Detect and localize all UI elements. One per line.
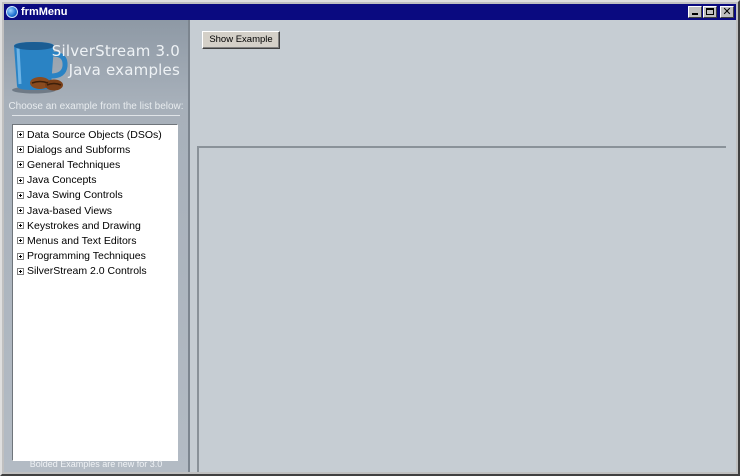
- tree-item-label: Data Source Objects (DSOs): [27, 128, 162, 141]
- tree-item[interactable]: Menus and Text Editors: [13, 233, 177, 248]
- instruction-text: Choose an example from the list below:: [8, 101, 184, 112]
- tree-item[interactable]: SilverStream 2.0 Controls: [13, 264, 177, 279]
- maximize-icon: [706, 8, 714, 15]
- app-window: frmMenu ✕ SilverStream 3.0 Java examples…: [0, 0, 740, 476]
- tree-item[interactable]: Java Swing Controls: [13, 188, 177, 203]
- brand-line-2: Java examples: [68, 61, 180, 79]
- app-icon: [6, 6, 18, 18]
- tree-item-label: SilverStream 2.0 Controls: [27, 265, 147, 278]
- example-panel: [197, 146, 726, 472]
- brand-title: SilverStream 3.0 Java examples: [52, 42, 180, 80]
- title-bar[interactable]: frmMenu ✕: [4, 4, 736, 20]
- tree-item-label: Java-based Views: [27, 204, 113, 217]
- sidebar: SilverStream 3.0 Java examples Choose an…: [4, 20, 190, 472]
- client-area: SilverStream 3.0 Java examples Choose an…: [4, 20, 736, 472]
- expand-plus-icon[interactable]: [17, 222, 24, 230]
- examples-tree[interactable]: Data Source Objects (DSOs) Dialogs and S…: [12, 124, 178, 461]
- tree-item[interactable]: Keystrokes and Drawing: [13, 218, 177, 233]
- show-example-button[interactable]: Show Example: [202, 31, 280, 49]
- tree-item-label: Menus and Text Editors: [27, 234, 137, 247]
- expand-plus-icon[interactable]: [17, 267, 24, 275]
- minimize-icon: [692, 13, 698, 15]
- window-controls: ✕: [687, 6, 734, 18]
- close-icon: ✕: [722, 6, 732, 18]
- expand-plus-icon[interactable]: [17, 131, 24, 139]
- tree-item[interactable]: Data Source Objects (DSOs): [13, 127, 177, 142]
- tree-item-label: Programming Techniques: [27, 250, 146, 263]
- minimize-button[interactable]: [688, 6, 702, 18]
- tree-item[interactable]: Java Concepts: [13, 173, 177, 188]
- brand-line-1: SilverStream 3.0: [51, 42, 180, 60]
- footer-note: Bolded Examples are new for 3.0: [29, 459, 163, 469]
- tree-item-label: Java Concepts: [27, 174, 97, 187]
- tree-item[interactable]: Programming Techniques: [13, 249, 177, 264]
- tree-item-label: Dialogs and Subforms: [27, 143, 131, 156]
- expand-plus-icon[interactable]: [17, 237, 24, 245]
- tree-item[interactable]: General Techniques: [13, 157, 177, 172]
- divider: [12, 115, 180, 116]
- close-button[interactable]: ✕: [720, 6, 734, 18]
- expand-plus-icon[interactable]: [17, 207, 24, 215]
- tree-item-label: General Techniques: [27, 158, 121, 171]
- tree-item-label: Keystrokes and Drawing: [27, 219, 141, 232]
- expand-plus-icon[interactable]: [17, 191, 24, 199]
- tree-item-label: Java Swing Controls: [27, 189, 123, 202]
- tree-item[interactable]: Java-based Views: [13, 203, 177, 218]
- expand-plus-icon[interactable]: [17, 146, 24, 154]
- expand-plus-icon[interactable]: [17, 161, 24, 169]
- maximize-button[interactable]: [703, 6, 717, 18]
- expand-plus-icon[interactable]: [17, 176, 24, 184]
- content-area: Show Example: [190, 20, 736, 472]
- expand-plus-icon[interactable]: [17, 252, 24, 260]
- tree-item[interactable]: Dialogs and Subforms: [13, 142, 177, 157]
- logo-area: SilverStream 3.0 Java examples: [4, 20, 188, 100]
- window-title: frmMenu: [21, 6, 68, 18]
